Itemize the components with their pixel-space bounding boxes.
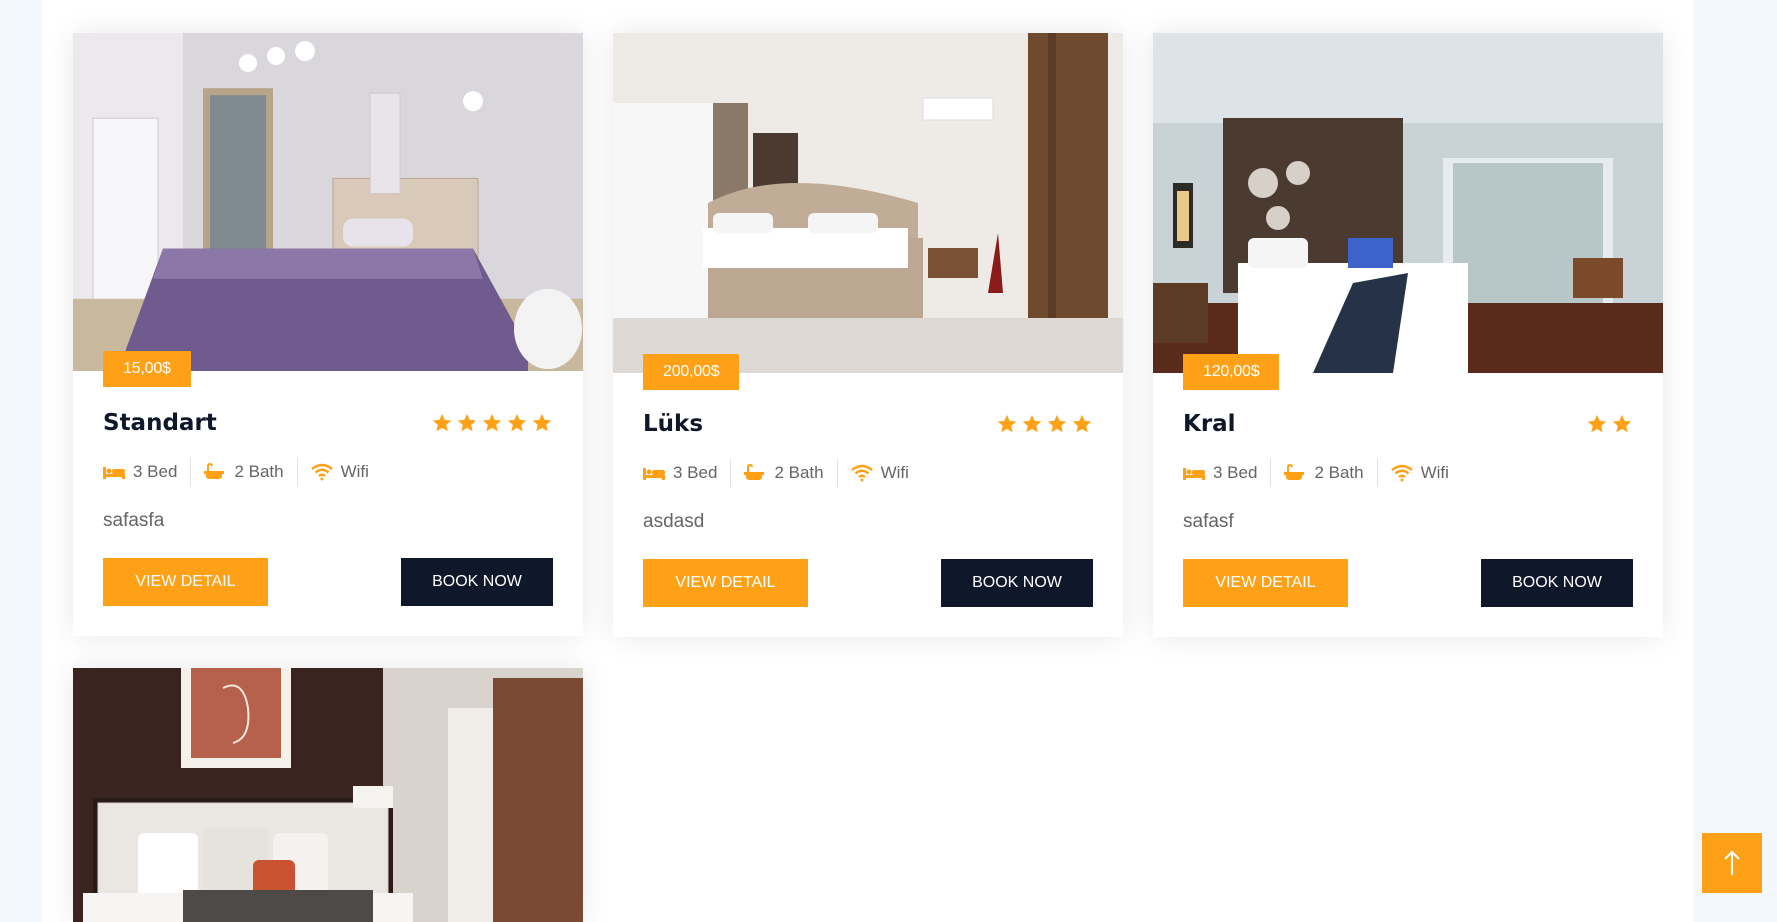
feature-bed: 3 Bed — [1183, 459, 1272, 487]
bed-icon — [103, 467, 125, 479]
room-description: asdasd — [643, 511, 705, 532]
star-icon — [532, 413, 552, 432]
feature-label: 2 Bath — [234, 462, 284, 481]
room-title: Kral — [1183, 411, 1236, 437]
star-icon — [482, 413, 502, 432]
feature-wifi: Wifi — [310, 458, 382, 486]
feature-label: Wifi — [880, 463, 909, 482]
bath-icon — [1284, 464, 1305, 480]
wifi-icon — [1390, 464, 1413, 482]
feature-label: 2 Bath — [774, 463, 824, 482]
feature-label: 3 Bed — [133, 462, 178, 481]
room-image: 200,00$ — [613, 33, 1123, 390]
feature-label: 2 Bath — [1314, 463, 1364, 482]
arrow-up-icon — [1724, 850, 1740, 875]
star-icon — [1587, 414, 1607, 433]
star-icon — [457, 413, 477, 432]
feature-label: 3 Bed — [1213, 463, 1258, 482]
feature-label: 3 Bed — [673, 463, 718, 482]
room-features: 3 Bed 2 Bath Wifi — [643, 459, 1093, 487]
book-now-button[interactable]: Book Now — [1481, 559, 1633, 607]
star-icon — [1072, 414, 1092, 433]
room-features: 3 Bed 2 Bath Wifi — [1183, 459, 1633, 487]
bed-icon — [1183, 468, 1205, 480]
star-icon — [997, 414, 1017, 433]
room-description: safasfa — [103, 510, 165, 531]
rating-stars — [431, 412, 553, 434]
star-icon — [1022, 414, 1042, 433]
star-icon — [1612, 414, 1632, 433]
room-card: 15,00$ Standart 3 Bed 2 Bath Wifi safasf… — [73, 33, 583, 636]
price-badge: 15,00$ — [103, 351, 191, 387]
view-detail-button[interactable]: View Detail — [643, 559, 808, 607]
room-image — [73, 668, 583, 922]
room-card — [73, 668, 583, 922]
feature-label: Wifi — [340, 462, 369, 481]
room-title: Standart — [103, 410, 217, 436]
feature-bath: 2 Bath — [744, 459, 838, 487]
rating-stars — [1586, 413, 1633, 435]
feature-wifi: Wifi — [850, 459, 922, 487]
view-detail-button[interactable]: View Detail — [103, 558, 268, 606]
price-badge: 120,00$ — [1183, 354, 1280, 390]
feature-bath: 2 Bath — [204, 458, 298, 486]
bath-icon — [204, 463, 225, 479]
star-icon — [432, 413, 452, 432]
room-card: 120,00$ Kral 3 Bed 2 Bath Wifi safasf VI… — [1153, 33, 1663, 637]
room-title: Lüks — [643, 411, 704, 437]
room-image: 120,00$ — [1153, 33, 1663, 390]
rating-stars — [996, 413, 1093, 435]
view-detail-button[interactable]: View Detail — [1183, 559, 1348, 607]
bath-icon — [744, 464, 765, 480]
room-description: safasf — [1183, 511, 1234, 532]
star-icon — [507, 413, 527, 432]
bed-icon — [643, 468, 665, 480]
rooms-container: 15,00$ Standart 3 Bed 2 Bath Wifi safasf… — [43, 0, 1693, 922]
feature-wifi: Wifi — [1390, 459, 1462, 487]
wifi-icon — [850, 464, 873, 482]
back-to-top-button[interactable] — [1702, 833, 1762, 893]
wifi-icon — [310, 463, 333, 481]
book-now-button[interactable]: Book Now — [941, 559, 1093, 607]
room-image: 15,00$ — [73, 33, 583, 387]
book-now-button[interactable]: Book Now — [401, 558, 553, 606]
room-features: 3 Bed 2 Bath Wifi — [103, 458, 553, 486]
price-badge: 200,00$ — [643, 354, 740, 390]
room-card: 200,00$ Lüks 3 Bed 2 Bath Wifi asdasd VI… — [613, 33, 1123, 637]
feature-label: Wifi — [1420, 463, 1449, 482]
feature-bath: 2 Bath — [1284, 459, 1378, 487]
feature-bed: 3 Bed — [643, 459, 732, 487]
star-icon — [1047, 414, 1067, 433]
feature-bed: 3 Bed — [103, 458, 192, 486]
